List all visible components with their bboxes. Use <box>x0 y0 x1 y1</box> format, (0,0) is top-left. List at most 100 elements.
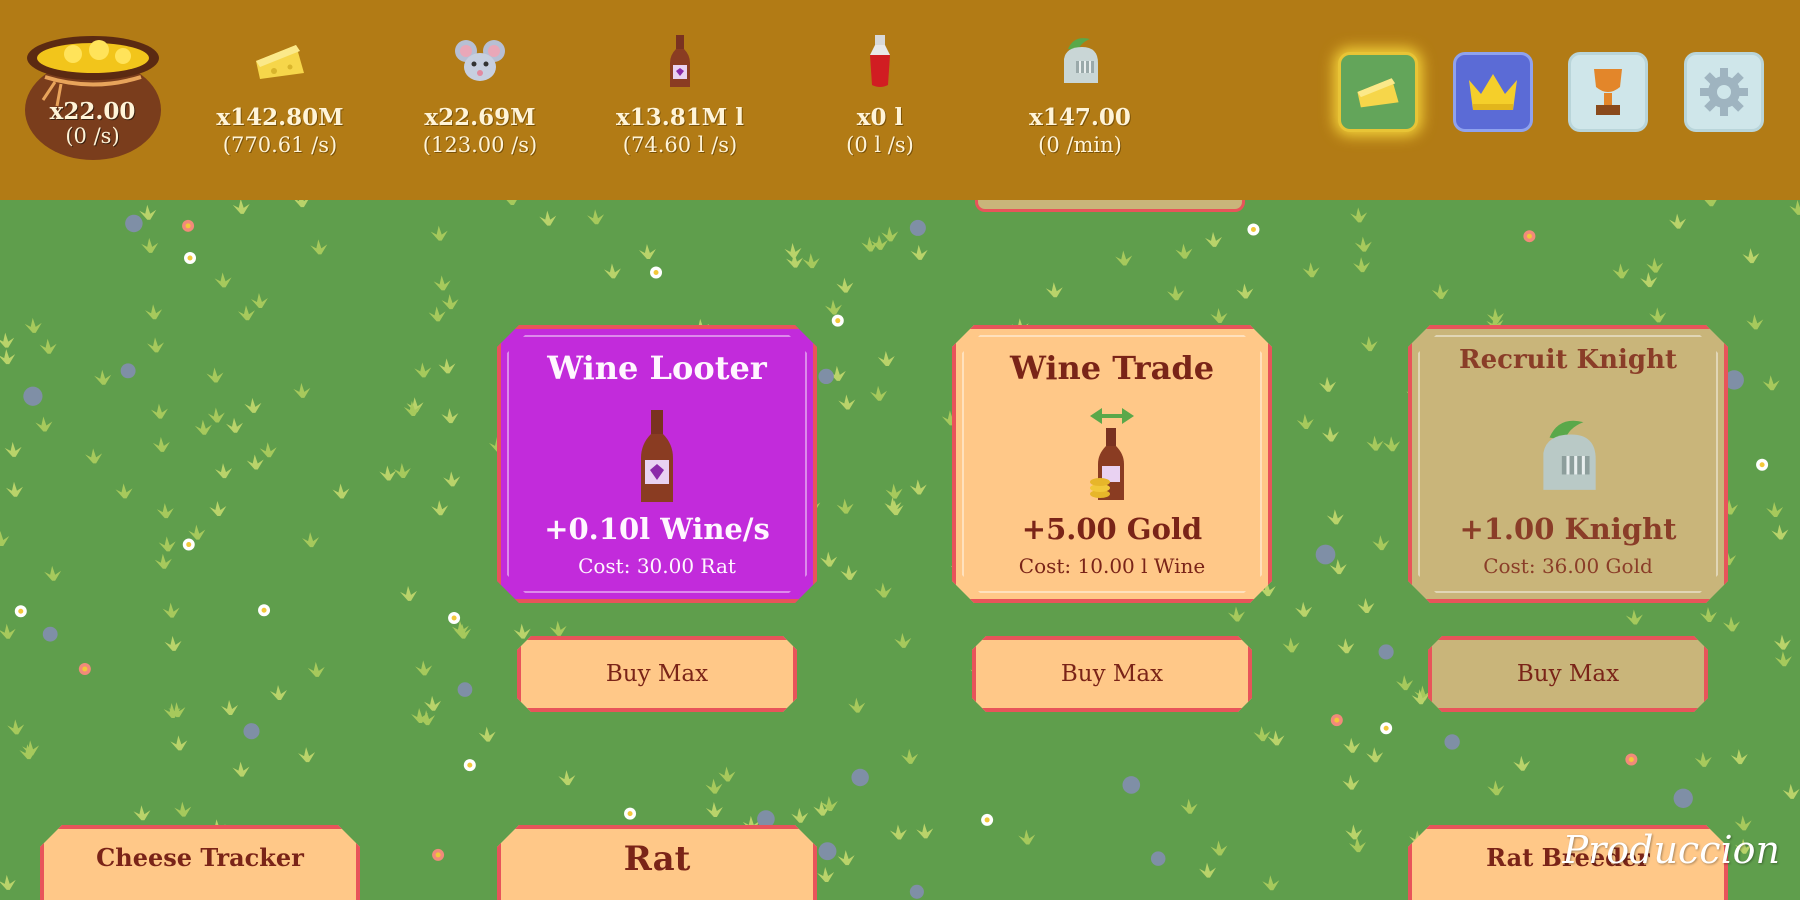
grass-tuft <box>802 253 820 269</box>
rat-counter: x22.69M (123.00 /s) <box>385 30 575 157</box>
grass-tuft <box>39 338 57 354</box>
rock <box>1315 544 1336 565</box>
grass-tuft <box>237 305 255 321</box>
grass-tuft <box>1366 747 1384 763</box>
grass-tuft <box>638 244 656 260</box>
red-potion-icon <box>870 35 890 87</box>
grass-tuft <box>1646 257 1664 273</box>
grass-tuft <box>4 441 22 457</box>
grass-tuft <box>1730 749 1748 765</box>
grass-tuft <box>246 454 264 470</box>
grass-tuft <box>881 226 899 242</box>
grass-tuft <box>1396 675 1414 691</box>
grass-tuft <box>1487 780 1505 796</box>
card-cost: Cost: 10.00 l Wine <box>1018 554 1206 578</box>
cheese-tracker-card[interactable]: Cheese Tracker <box>40 825 360 900</box>
rock <box>42 626 58 642</box>
grass-tuft <box>145 304 163 320</box>
grass-tuft <box>1766 501 1784 517</box>
grass-tuft <box>207 407 225 423</box>
grass-tuft <box>332 483 350 499</box>
grass-tuft <box>539 210 557 226</box>
flower <box>182 538 195 551</box>
grass-tuft <box>0 623 16 639</box>
grass-tuft <box>513 623 531 639</box>
grass-tuft <box>209 500 227 516</box>
grass-tuft <box>718 766 736 782</box>
grass-tuft <box>0 349 16 365</box>
grass-tuft <box>874 582 892 598</box>
grass-tuft <box>1649 307 1667 323</box>
flower <box>432 848 445 861</box>
grass-tuft <box>848 697 866 713</box>
settings-button[interactable] <box>1684 52 1764 132</box>
grass-tuft <box>141 237 159 253</box>
grass-tuft <box>428 306 446 322</box>
flower <box>258 604 271 617</box>
cheese-menu-button[interactable] <box>1338 52 1418 132</box>
crown-menu-button[interactable] <box>1453 52 1533 132</box>
grass-tuft <box>1115 250 1133 266</box>
grass-tuft <box>1319 376 1337 392</box>
wine-looter-card[interactable]: Wine Looter +0.10l Wine/s Cost: 30.00 Ra… <box>497 325 817 603</box>
grass-tuft <box>310 239 328 255</box>
grass-tuft <box>5 481 23 497</box>
grass-tuft <box>85 448 103 464</box>
rat-card[interactable]: Rat <box>497 825 817 900</box>
card-effect: +0.10l Wine/s <box>544 512 770 546</box>
grass-tuft <box>1694 751 1712 767</box>
grass-tuft <box>24 317 42 333</box>
grass-tuft <box>558 770 576 786</box>
rock <box>818 368 834 385</box>
rock <box>243 723 260 740</box>
grass-tuft <box>170 735 188 751</box>
grass-tuft <box>886 500 904 516</box>
rock <box>909 219 926 236</box>
wine-looter-buy-max-button[interactable]: Buy Max <box>517 636 797 712</box>
rock <box>457 682 473 697</box>
grass-tuft <box>164 635 182 651</box>
grass-tuft <box>206 367 224 383</box>
grass-tuft <box>1722 616 1740 632</box>
grass-tuft <box>1789 199 1800 215</box>
grass-tuft <box>259 442 277 458</box>
grass-tuft <box>133 805 151 821</box>
recruit-knight-buy-max-button[interactable]: Buy Max <box>1428 636 1708 712</box>
grass-tuft <box>232 761 250 777</box>
grass-tuft <box>1411 689 1429 705</box>
achievements-button[interactable] <box>1568 52 1648 132</box>
grass-tuft <box>225 417 243 433</box>
grass-tuft <box>1431 283 1449 299</box>
wine-bottle-icon <box>670 35 690 87</box>
grass-tuft <box>1267 730 1285 746</box>
rat-rate: (123.00 /s) <box>422 133 538 157</box>
grass-tuft <box>1640 272 1658 288</box>
resource-bar: x22.00 (0 /s) x142.80M (770.61 /s) x22.6… <box>0 0 1800 200</box>
grass-tuft <box>1357 597 1375 613</box>
cheese-icon <box>256 45 304 79</box>
wine-trade-buy-max-button[interactable]: Buy Max <box>972 636 1252 712</box>
grass-tuft <box>431 500 449 516</box>
rock <box>23 386 43 406</box>
grass-tuft <box>194 419 212 435</box>
grass-tuft <box>188 524 206 540</box>
recruit-knight-card[interactable]: Recruit Knight +1.00 Knight Cost: 36.00 … <box>1408 325 1728 603</box>
grass-tuft <box>1773 634 1791 650</box>
grass-tuft <box>1746 314 1764 330</box>
flower <box>14 605 27 618</box>
grass-tuft <box>393 463 411 479</box>
grass-tuft <box>1262 875 1280 891</box>
knight-rate: (0 /min) <box>1038 133 1122 157</box>
flower <box>182 219 195 232</box>
flower <box>650 266 663 279</box>
grass-tuft <box>115 483 133 499</box>
card-title: Cheese Tracker <box>96 843 304 872</box>
grass-tuft <box>1782 783 1800 799</box>
grass-tuft <box>1771 524 1789 540</box>
grass-tuft <box>403 401 421 417</box>
grass-tuft <box>1353 257 1371 273</box>
grass-tuft <box>1321 426 1339 442</box>
grass-tuft <box>174 801 192 817</box>
grass-tuft <box>1205 231 1223 247</box>
wine-trade-card[interactable]: Wine Trade +5.00 Gold Cost: 10.00 l Wine <box>952 325 1272 603</box>
